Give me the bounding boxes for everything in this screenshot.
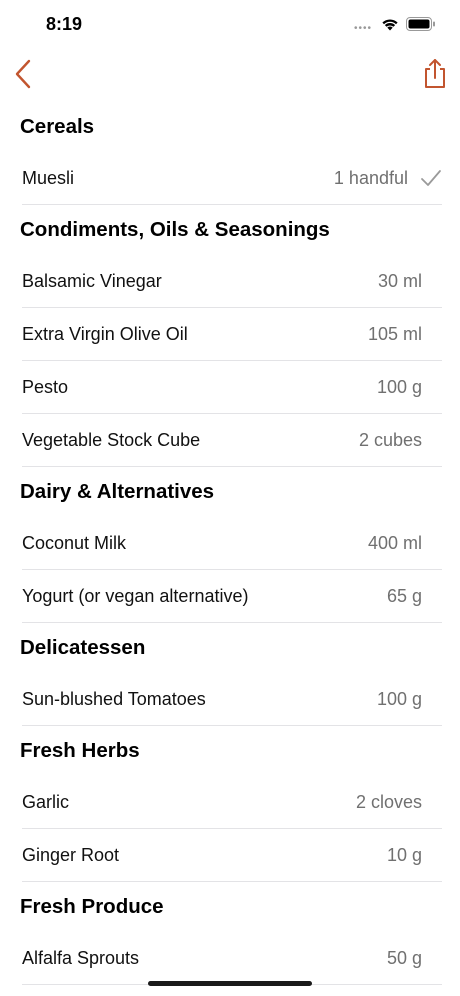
list-item[interactable]: Pesto 100 g <box>22 361 442 414</box>
section-header: Fresh Produce <box>20 895 164 918</box>
list-item[interactable]: Coconut Milk 400 ml <box>22 517 442 570</box>
section-header: Delicatessen <box>20 636 146 659</box>
item-quantity: 30 ml <box>377 270 422 291</box>
list-item[interactable]: Muesli 1 handful <box>22 152 442 205</box>
item-name: Yogurt (or vegan alternative) <box>22 585 249 606</box>
item-right: 10 g <box>387 845 442 866</box>
item-right: 65 g <box>387 586 442 607</box>
section-header: Cereals <box>20 115 95 138</box>
list-item[interactable]: Yogurt (or vegan alternative) 65 g <box>22 570 442 623</box>
item-quantity: 2 cloves <box>355 791 422 812</box>
item-name: Muesli <box>22 167 75 188</box>
item-name: Coconut Milk <box>22 532 127 553</box>
item-quantity: 400 ml <box>367 532 422 553</box>
item-right: 100 g <box>377 689 442 710</box>
item-name: Ginger Root <box>22 844 120 865</box>
item-right: 2 cubes <box>359 430 442 451</box>
item-name: Pesto <box>22 376 69 397</box>
battery-icon <box>406 17 435 31</box>
status-time: 8:19 <box>46 14 83 34</box>
share-button[interactable] <box>418 54 452 94</box>
item-right: 2 cloves <box>356 792 442 813</box>
item-right: 1 handful <box>334 168 442 189</box>
section-header: Dairy & Alternatives <box>20 480 215 503</box>
home-indicator[interactable] <box>148 981 312 986</box>
item-quantity: 105 ml <box>367 323 422 344</box>
item-name: Garlic <box>22 791 70 812</box>
list-item[interactable]: Ginger Root 10 g <box>22 829 442 882</box>
item-quantity: 100 g <box>376 688 422 709</box>
chevron-left-icon <box>15 59 31 89</box>
back-button[interactable] <box>8 54 38 94</box>
item-quantity: 10 g <box>386 844 422 865</box>
list-item[interactable]: Garlic 2 cloves <box>22 776 442 829</box>
share-icon <box>425 59 445 88</box>
list-item[interactable]: Balsamic Vinegar 30 ml <box>22 255 442 308</box>
section-header: Condiments, Oils & Seasonings <box>20 218 330 241</box>
item-right: 100 g <box>377 377 442 398</box>
item-right: 400 ml <box>368 533 442 554</box>
checkmark-icon[interactable] <box>420 169 442 187</box>
section-header: Fresh Herbs <box>20 739 140 762</box>
item-name: Sun-blushed Tomatoes <box>22 688 206 709</box>
list-item[interactable]: Vegetable Stock Cube 2 cubes <box>22 414 442 467</box>
item-name: Alfalfa Sprouts <box>22 947 140 968</box>
item-name: Vegetable Stock Cube <box>22 429 201 450</box>
list-item[interactable]: Extra Virgin Olive Oil 105 ml <box>22 308 442 361</box>
item-right: 105 ml <box>368 324 442 345</box>
item-quantity: 100 g <box>376 376 422 397</box>
list-item[interactable]: Alfalfa Sprouts 50 g <box>22 932 442 985</box>
navigation-bar <box>0 50 460 100</box>
item-quantity: 1 handful <box>333 167 408 188</box>
item-quantity: 2 cubes <box>358 429 422 450</box>
item-name: Balsamic Vinegar <box>22 270 162 291</box>
wifi-icon <box>382 19 398 31</box>
item-name: Extra Virgin Olive Oil <box>22 323 188 344</box>
cellular-signal-icon: •••• <box>354 23 373 34</box>
list-item[interactable]: Sun-blushed Tomatoes 100 g <box>22 673 442 726</box>
status-bar: 8:19 •••• <box>0 0 460 50</box>
shopping-list: Cereals Muesli 1 handful Condiments, Oil… <box>0 102 460 985</box>
item-right: 30 ml <box>378 271 442 292</box>
item-right: 50 g <box>387 948 442 969</box>
item-quantity: 50 g <box>386 947 422 968</box>
item-quantity: 65 g <box>386 585 422 606</box>
